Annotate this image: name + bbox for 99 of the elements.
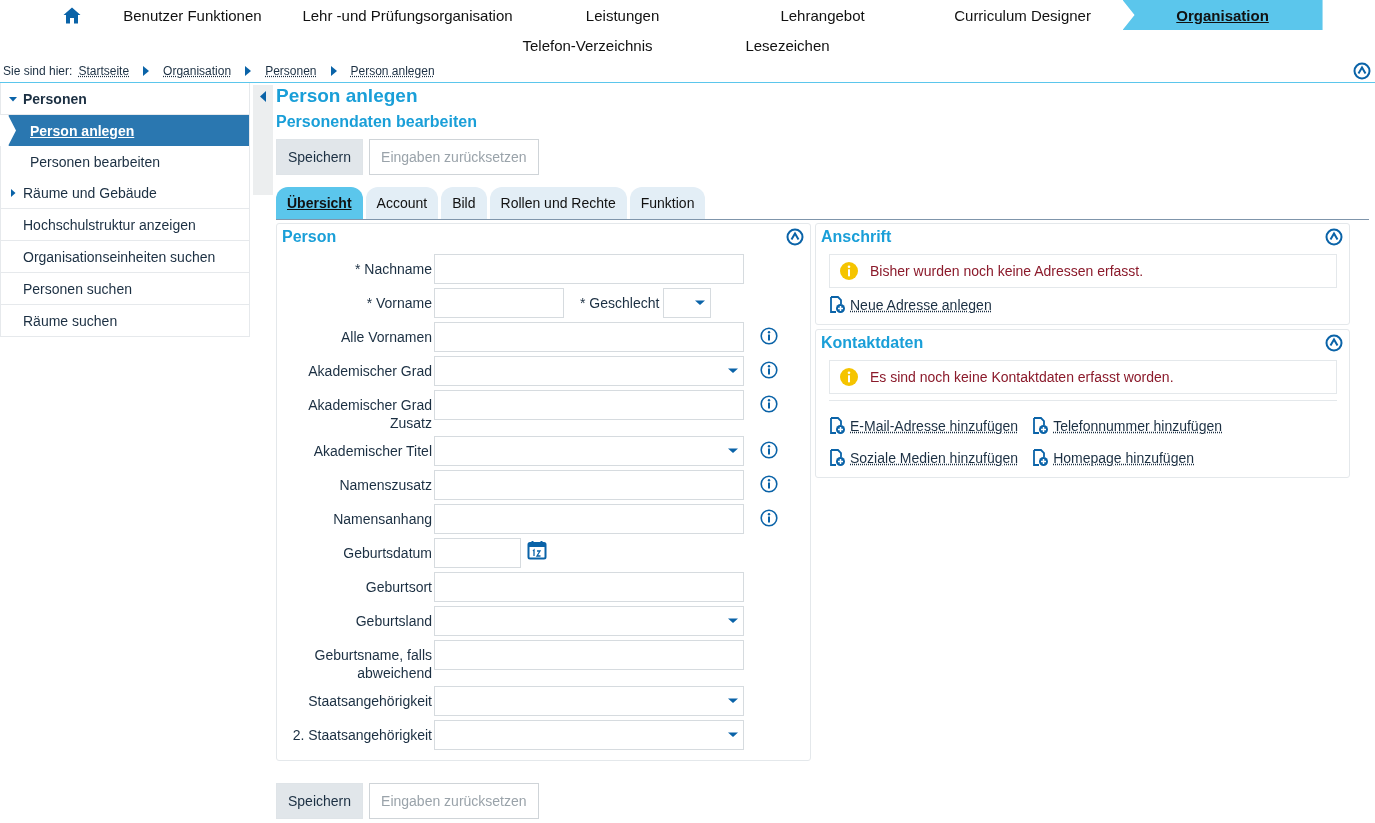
page-title: Person anlegen [276,85,419,107]
info-icon[interactable] [760,441,778,459]
home-icon[interactable] [63,6,82,24]
add-link[interactable]: Neue Adresse anlegen [829,296,992,314]
sidebar-subitem[interactable]: Personen bearbeiten [0,146,250,177]
tab[interactable]: Funktion [629,187,706,219]
add-link[interactable]: Homepage hinzufügen [1032,449,1222,467]
dropdown-caret-icon [727,617,739,625]
field-label: 2. Staatsangehörigkeit [291,726,432,744]
add-document-icon [829,449,846,467]
chevron-left-icon [260,91,266,102]
text-input-field[interactable] [434,288,564,318]
info-icon [840,262,858,280]
nav-menu-item[interactable]: Lehrangebot [722,0,923,30]
breadcrumb-link[interactable]: Startseite [78,64,130,78]
text-input-field[interactable] [434,322,744,352]
collapse-icon[interactable] [1325,334,1343,352]
add-link[interactable]: Soziale Medien hinzufügen [829,449,1019,467]
calendar-icon[interactable] [527,540,547,560]
add-document-icon [829,296,846,314]
nav-menu-item[interactable]: Curriculum Designer [922,0,1123,30]
dropdown-caret-icon [727,367,739,375]
field-label: * Nachname [353,260,432,278]
chevron-right-icon [143,66,150,76]
field-label: Geburtsland [354,612,432,630]
add-document-icon [829,417,846,435]
dropdown-field[interactable] [434,436,744,466]
text-input-field[interactable] [434,254,744,284]
sidebar-item[interactable]: Räume und Gebäude [0,177,250,209]
nav-menu-item[interactable]: Organisation [1122,0,1323,30]
info-icon [840,368,858,386]
dropdown-caret-icon [727,447,739,455]
tab[interactable]: Bild [441,187,487,219]
nav-menu-item[interactable]: Lesezeichen [687,30,888,60]
field-label: Geburtsdatum [342,544,432,562]
breadcrumb-link[interactable]: Personen [265,64,317,78]
field-label: Geburtsname, falls abweichend [313,646,432,682]
notice-text: Es sind noch keine Kontaktdaten erfasst worden. [870,369,1174,385]
sidebar-item[interactable]: Organisationseinheiten suchen [0,241,250,273]
nav-menu-item[interactable]: Lehr -und Prüfungsorganisation [292,0,523,30]
tab[interactable]: Account [365,187,439,219]
chevron-right-icon [330,66,337,76]
field-label: Akademischer Grad [307,362,432,380]
dropdown-field[interactable] [434,356,744,386]
info-icon[interactable] [760,509,778,527]
add-document-icon [1032,449,1050,467]
panel-title: Anschrift [821,228,892,246]
date-input-field[interactable] [434,538,521,568]
add-link[interactable]: Telefonnummer hinzufügen [1032,417,1222,435]
breadcrumb-label: Sie sind hier: [3,64,73,78]
page-subtitle: Personendaten bearbeiten [276,113,478,131]
field-label: Akademischer Grad Zusatz [307,396,432,432]
dropdown-caret-icon [727,731,739,739]
nav-menu-item[interactable]: Telefon-Verzeichnis [487,30,688,60]
info-icon[interactable] [760,361,778,379]
tab[interactable]: Rollen und Rechte [489,187,627,219]
field-label: Akademischer Titel [312,442,432,460]
nav-menu-item[interactable]: Benutzer Funktionen [92,0,293,30]
field-label: Alle Vornamen [339,328,432,346]
sidebar-toggle[interactable] [253,85,273,195]
text-input-field[interactable] [434,640,744,670]
dropdown-caret-icon [694,299,707,307]
field-label: Geburtsort [364,578,432,596]
field-label: Namenszusatz [338,476,432,494]
dropdown-field[interactable] [434,720,744,750]
dropdown-field[interactable] [434,606,744,636]
collapse-icon[interactable] [1353,62,1371,80]
dropdown-caret-icon [727,697,739,705]
text-input-field[interactable] [434,504,744,534]
dropdown-field[interactable] [663,288,712,318]
info-icon[interactable] [760,395,778,413]
field-label: * Geschlecht [579,294,661,312]
collapse-icon[interactable] [1325,228,1343,246]
sidebar-item[interactable]: Personen suchen [0,273,250,305]
tab[interactable]: Übersicht [276,187,363,219]
sidebar-subitem[interactable]: Person anlegen [8,115,250,146]
info-icon[interactable] [760,475,778,493]
sidebar-item[interactable]: Räume suchen [0,305,250,337]
collapse-icon[interactable] [786,228,804,246]
add-document-icon [1032,417,1050,435]
add-link[interactable]: E-Mail-Adresse hinzufügen [829,417,1019,435]
field-label: Namensanhang [332,510,432,528]
info-icon[interactable] [760,327,778,345]
notice-text: Bisher wurden noch keine Adressen erfasst. [870,263,1144,279]
field-label: Staatsangehörigkeit [307,692,432,710]
nav-menu-item[interactable]: Leistungen [522,0,723,30]
breadcrumb-link[interactable]: Person anlegen [350,64,435,78]
panel-title: Person [282,228,337,246]
chevron-right-icon [245,66,252,76]
text-input-field[interactable] [434,470,744,500]
save-button[interactable]: Speichern [276,139,364,175]
save-button[interactable]: Speichern [276,783,364,819]
field-label: * Vorname [365,294,432,312]
text-input-field[interactable] [434,572,744,602]
breadcrumb-link[interactable]: Organisation [163,64,232,78]
text-input-field[interactable] [434,390,744,420]
panel-title: Kontaktdaten [821,334,924,352]
dropdown-field[interactable] [434,686,744,716]
sidebar-item[interactable]: Hochschulstruktur anzeigen [0,209,250,241]
